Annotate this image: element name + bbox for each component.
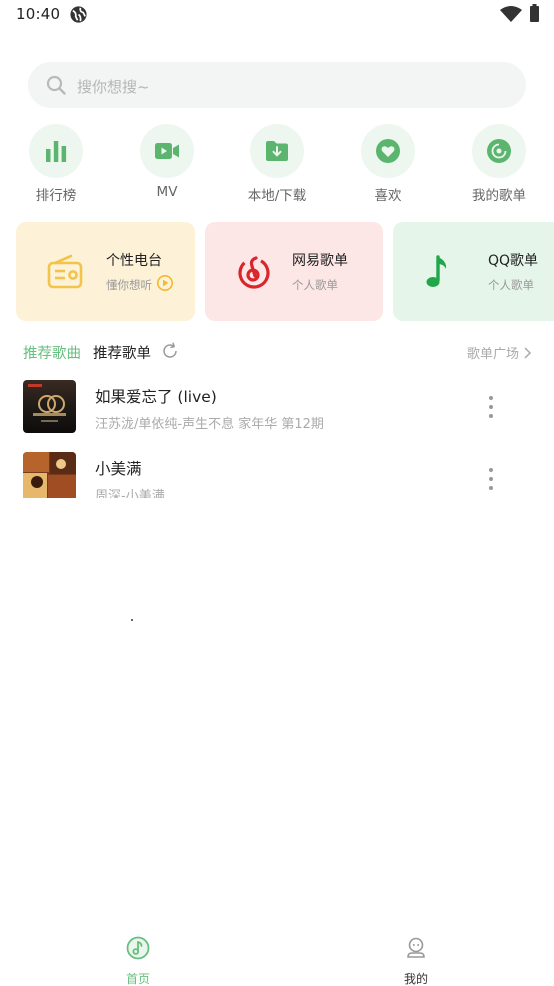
- song-row[interactable]: 小美满 周深-小美满: [0, 452, 554, 498]
- disc-icon: [487, 139, 511, 163]
- nav-home[interactable]: 首页: [88, 930, 188, 986]
- video-icon: [155, 143, 179, 159]
- playlist-square-link[interactable]: 歌单广场: [467, 343, 532, 362]
- album-cover: [23, 452, 76, 498]
- quick-action-charts[interactable]: 排行榜: [14, 124, 98, 204]
- search-placeholder: 搜你想搜~: [77, 78, 150, 96]
- music-note-circle-icon: [126, 936, 150, 960]
- radio-icon: [47, 254, 83, 289]
- bottom-nav: 首页 我的: [0, 930, 554, 986]
- heart-icon: [376, 139, 400, 163]
- tab-recommended-playlists[interactable]: 推荐歌单: [93, 342, 151, 363]
- card-subtitle: 个人歌单: [292, 278, 338, 292]
- status-bar: 10:40: [0, 0, 554, 30]
- card-personal-radio[interactable]: 个性电台 懂你想听: [16, 222, 195, 321]
- play-icon[interactable]: [157, 275, 173, 291]
- profile-icon: [407, 937, 425, 958]
- song-title: 如果爱忘了 (live): [95, 388, 217, 406]
- card-subtitle: 个人歌单: [488, 278, 534, 292]
- quick-action-favorites[interactable]: 喜欢: [346, 124, 430, 204]
- heart-icon-circle: [361, 124, 415, 178]
- download-icon-circle: [250, 124, 304, 178]
- more-vertical-icon[interactable]: [482, 394, 500, 420]
- charts-icon-circle: [29, 124, 83, 178]
- quick-action-mv[interactable]: MV: [125, 124, 209, 204]
- bar-chart-icon: [46, 141, 67, 162]
- netease-icon: [238, 256, 270, 289]
- nav-mine[interactable]: 我的: [366, 930, 466, 986]
- quick-action-label: 喜欢: [374, 188, 402, 204]
- tab-recommended-songs[interactable]: 推荐歌曲: [23, 342, 81, 363]
- quick-action-local-download[interactable]: 本地/下载: [235, 124, 319, 204]
- card-title: 网易歌单: [292, 253, 348, 269]
- status-time: 10:40: [16, 5, 61, 23]
- song-artist: 汪苏泷/单依纯-声生不息 家年华 第12期: [95, 417, 324, 432]
- globe-icon: [70, 6, 87, 23]
- song-title: 小美满: [95, 460, 142, 478]
- search-bar[interactable]: 搜你想搜~: [28, 62, 526, 108]
- quick-action-label: 排行榜: [35, 188, 77, 204]
- quick-action-my-playlists[interactable]: 我的歌单: [457, 124, 541, 204]
- album-cover: [23, 380, 76, 433]
- recommend-section-header: 推荐歌曲 推荐歌单 歌单广场: [0, 338, 554, 366]
- nav-label: 首页: [125, 972, 150, 986]
- quick-action-label: 我的歌单: [472, 188, 526, 204]
- stray-dot: [131, 619, 133, 621]
- song-row[interactable]: 如果爱忘了 (live) 汪苏泷/单依纯-声生不息 家年华 第12期: [0, 380, 554, 446]
- nav-label: 我的: [403, 972, 428, 986]
- mv-icon-circle: [140, 124, 194, 178]
- quick-action-label: MV: [156, 184, 178, 200]
- card-title: 个性电台: [106, 253, 162, 269]
- more-vertical-icon[interactable]: [482, 466, 500, 492]
- refresh-icon[interactable]: [161, 342, 179, 360]
- disc-icon-circle: [472, 124, 526, 178]
- card-qq-playlists[interactable]: QQ歌单 个人歌单: [393, 222, 554, 321]
- card-netease-playlists[interactable]: 网易歌单 个人歌单: [205, 222, 383, 321]
- battery-icon: [530, 4, 539, 22]
- wifi-icon: [500, 6, 522, 22]
- qq-music-icon: [426, 255, 447, 287]
- quick-action-label: 本地/下载: [247, 188, 307, 204]
- search-icon: [46, 75, 66, 95]
- card-subtitle: 懂你想听: [106, 278, 152, 292]
- playlist-square-label: 歌单广场: [466, 347, 519, 362]
- card-title: QQ歌单: [488, 253, 539, 269]
- song-artist: 周深-小美满: [95, 489, 165, 498]
- song-list: 如果爱忘了 (live) 汪苏泷/单依纯-声生不息 家年华 第12期 小美满 周…: [0, 378, 554, 498]
- chevron-right-icon: [524, 346, 532, 359]
- download-folder-icon: [266, 141, 288, 161]
